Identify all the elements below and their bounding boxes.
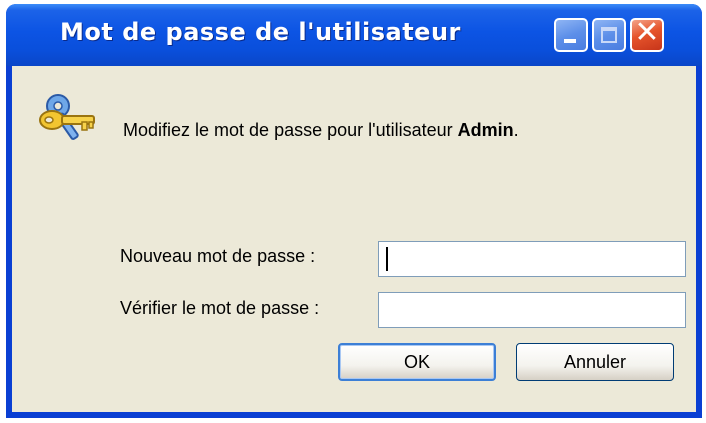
title-bar[interactable]: Mot de passe de l'utilisateur ✕	[6, 4, 702, 66]
instruction-text: Modifiez le mot de passe pour l'utilisat…	[123, 120, 519, 141]
maximize-icon	[601, 27, 617, 43]
close-icon: ✕	[634, 15, 660, 50]
minimize-button[interactable]	[554, 18, 588, 52]
message-suffix: .	[513, 120, 519, 140]
new-password-field[interactable]	[378, 241, 686, 277]
window-title: Mot de passe de l'utilisateur	[60, 18, 461, 46]
message-prefix: Modifiez le mot de passe pour l'utilisat…	[123, 120, 458, 140]
dialog-window: Mot de passe de l'utilisateur ✕ Modifiez…	[6, 4, 702, 418]
verify-password-label: Vérifier le mot de passe :	[120, 298, 320, 318]
minimize-icon	[564, 39, 576, 43]
dialog-body: Modifiez le mot de passe pour l'utilisat…	[12, 66, 696, 412]
maximize-button[interactable]	[592, 18, 626, 52]
cancel-button[interactable]: Annuler	[516, 343, 674, 381]
keys-icon	[39, 94, 95, 140]
username: Admin	[457, 120, 514, 140]
text-caret	[386, 247, 388, 271]
ok-button[interactable]: OK	[338, 343, 496, 381]
new-password-label: Nouveau mot de passe :	[120, 246, 316, 266]
verify-password-field[interactable]	[378, 292, 686, 328]
close-button[interactable]: ✕	[630, 18, 664, 52]
